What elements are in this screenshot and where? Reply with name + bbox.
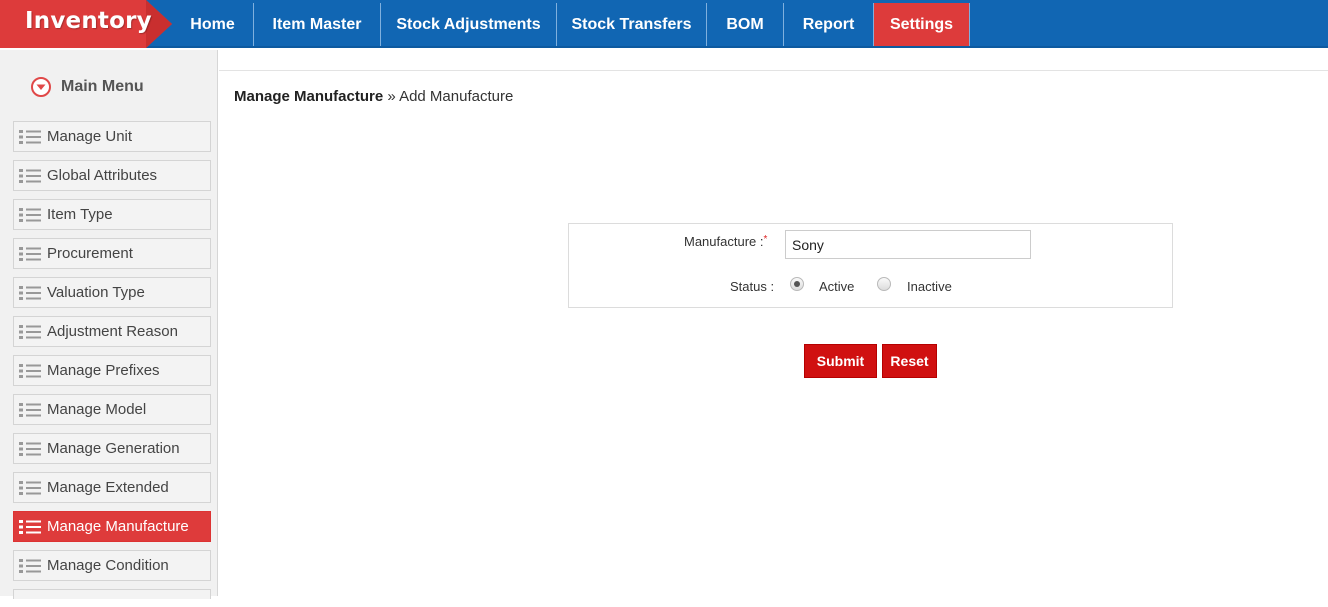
breadcrumb-current: Add Manufacture (399, 88, 514, 105)
sidebar-item-label: Manage Generation (47, 440, 180, 457)
sidebar-item-label: Manage Prefixes (47, 362, 160, 379)
nav-item-master[interactable]: Item Master (254, 3, 381, 46)
sidebar-menu: Manage Unit Global Attributes Item Type … (13, 121, 211, 607)
list-icon (19, 207, 41, 222)
nav-settings[interactable]: Settings (874, 3, 970, 46)
nav-report-label: Report (802, 15, 855, 33)
sidebar-item-item-type[interactable]: Item Type (13, 199, 211, 230)
nav-report[interactable]: Report (784, 3, 874, 46)
nav-stock-transfers-label: Stock Transfers (571, 15, 692, 33)
sidebar-item-label: Manage Unit (47, 128, 133, 145)
sidebar-item-label: Manage Extended (47, 479, 169, 496)
main-menu-toggle[interactable]: Main Menu (30, 76, 144, 98)
status-inactive-radio[interactable] (877, 277, 891, 291)
list-icon (19, 285, 41, 300)
list-icon (19, 519, 41, 534)
sidebar-item-label: Manage Model (47, 401, 147, 418)
list-icon (19, 558, 41, 573)
nav-home-label: Home (190, 15, 235, 33)
manufacture-label: Manufacture :* (684, 234, 767, 249)
main-content: Manage Manufacture » Add Manufacture Man… (219, 70, 1328, 596)
nav-bom-label: BOM (726, 15, 764, 33)
sidebar: Main Menu Manage Unit Global Attributes … (0, 50, 218, 599)
sidebar-item-manage-condition[interactable]: Manage Condition (13, 550, 211, 581)
list-icon (19, 480, 41, 495)
sidebar-item-global-attributes[interactable]: Global Attributes (13, 160, 211, 191)
manufacture-label-text: Manufacture : (684, 234, 764, 249)
app-brand[interactable]: Inventory (0, 0, 172, 48)
manufacture-input[interactable] (785, 230, 1031, 259)
nav-stock-adjustments[interactable]: Stock Adjustments (381, 3, 557, 46)
sidebar-item-label: Valuation Type (47, 284, 145, 301)
sidebar-item-manage-extended[interactable]: Manage Extended (13, 472, 211, 503)
nav-home[interactable]: Home (172, 3, 254, 46)
nav-stock-adjustments-label: Stock Adjustments (396, 15, 541, 33)
main-nav: Home Item Master Stock Adjustments Stock… (172, 3, 970, 46)
sidebar-item-valuation-type[interactable]: Valuation Type (13, 277, 211, 308)
list-icon (19, 324, 41, 339)
sidebar-item-manage-model[interactable]: Manage Model (13, 394, 211, 425)
sidebar-item-label: Global Attributes (47, 167, 158, 184)
sidebar-item-partial[interactable] (13, 589, 211, 599)
status-active-radio[interactable] (790, 277, 804, 291)
breadcrumb-separator: » (387, 88, 396, 105)
sidebar-item-procurement[interactable]: Procurement (13, 238, 211, 269)
sidebar-item-label: Procurement (47, 245, 133, 262)
submit-button[interactable]: Submit (804, 344, 877, 378)
sidebar-item-label: Adjustment Reason (47, 323, 178, 340)
status-active-label[interactable]: Active (819, 279, 854, 294)
sidebar-item-manage-unit[interactable]: Manage Unit (13, 121, 211, 152)
nav-bom[interactable]: BOM (707, 3, 784, 46)
list-icon (19, 441, 41, 456)
manufacture-form: Manufacture :* Status : Active Inactive (568, 223, 1173, 308)
status-inactive-label[interactable]: Inactive (907, 279, 952, 294)
list-icon (19, 363, 41, 378)
nav-stock-transfers[interactable]: Stock Transfers (557, 3, 707, 46)
list-icon (19, 246, 41, 261)
required-asterisk: * (763, 234, 768, 245)
nav-settings-label: Settings (889, 15, 954, 33)
breadcrumb: Manage Manufacture » Add Manufacture (234, 88, 513, 105)
main-menu-label: Main Menu (61, 78, 144, 95)
app-title: Inventory (25, 8, 152, 34)
top-navbar: Inventory Home Item Master Stock Adjustm… (0, 0, 1328, 48)
sidebar-item-label: Item Type (47, 206, 113, 223)
sidebar-item-label: Manage Condition (47, 557, 169, 574)
reset-button[interactable]: Reset (882, 344, 937, 378)
status-label: Status : (730, 279, 775, 294)
sidebar-item-adjustment-reason[interactable]: Adjustment Reason (13, 316, 211, 347)
chevron-down-circle-icon (30, 76, 52, 98)
breadcrumb-parent[interactable]: Manage Manufacture (234, 88, 383, 105)
list-icon (19, 168, 41, 183)
list-icon (19, 129, 41, 144)
sidebar-item-manage-manufacture[interactable]: Manage Manufacture (13, 511, 211, 542)
sidebar-item-manage-prefixes[interactable]: Manage Prefixes (13, 355, 211, 386)
nav-item-master-label: Item Master (272, 15, 362, 33)
sidebar-item-manage-generation[interactable]: Manage Generation (13, 433, 211, 464)
list-icon (19, 402, 41, 417)
sidebar-item-label: Manage Manufacture (47, 518, 189, 535)
